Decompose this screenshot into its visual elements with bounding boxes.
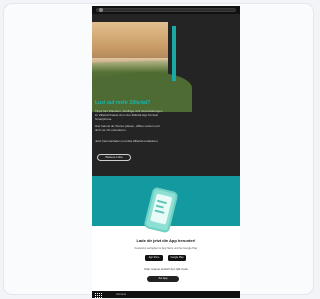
accent-bar [172, 26, 176, 81]
paragraph-2: Hier kannst du Touren planen, offline nu… [95, 124, 160, 132]
hero-landscape-image [92, 22, 192, 112]
page-headline: Lust auf mehr Zillertal? [95, 100, 151, 106]
app-store-badge[interactable]: App Store [145, 255, 163, 261]
hero-hill [92, 72, 192, 112]
footer: zillertal.at [92, 291, 240, 298]
google-play-badge[interactable]: Google Play [168, 255, 186, 261]
info-button[interactable]: Weitere Infos [97, 154, 131, 161]
browser-bar [92, 6, 240, 14]
phone-screen [150, 193, 173, 225]
footer-text: zillertal.at [116, 293, 127, 296]
paragraph-3: Jetzt herunterladen und das Zillertal en… [95, 139, 159, 143]
qr-note: Oder scanne einfach den QR-Code [144, 267, 188, 271]
app-button[interactable]: Zur App [147, 276, 179, 282]
lock-icon [99, 8, 103, 12]
app-subtitle: Kostenlos verfügbar im App Store und bei… [134, 247, 198, 250]
qr-code-icon [94, 292, 103, 298]
app-title: Lade dir jetzt die App herunter! [136, 238, 196, 243]
mobile-page-preview: Lust auf mehr Zillertal? Tipps fürs Wand… [92, 6, 240, 298]
hero-haze [92, 58, 168, 72]
address-bar[interactable] [96, 8, 236, 12]
paragraph-1: Tipps fürs Wandern, Ausflüge und Veranst… [95, 109, 163, 121]
